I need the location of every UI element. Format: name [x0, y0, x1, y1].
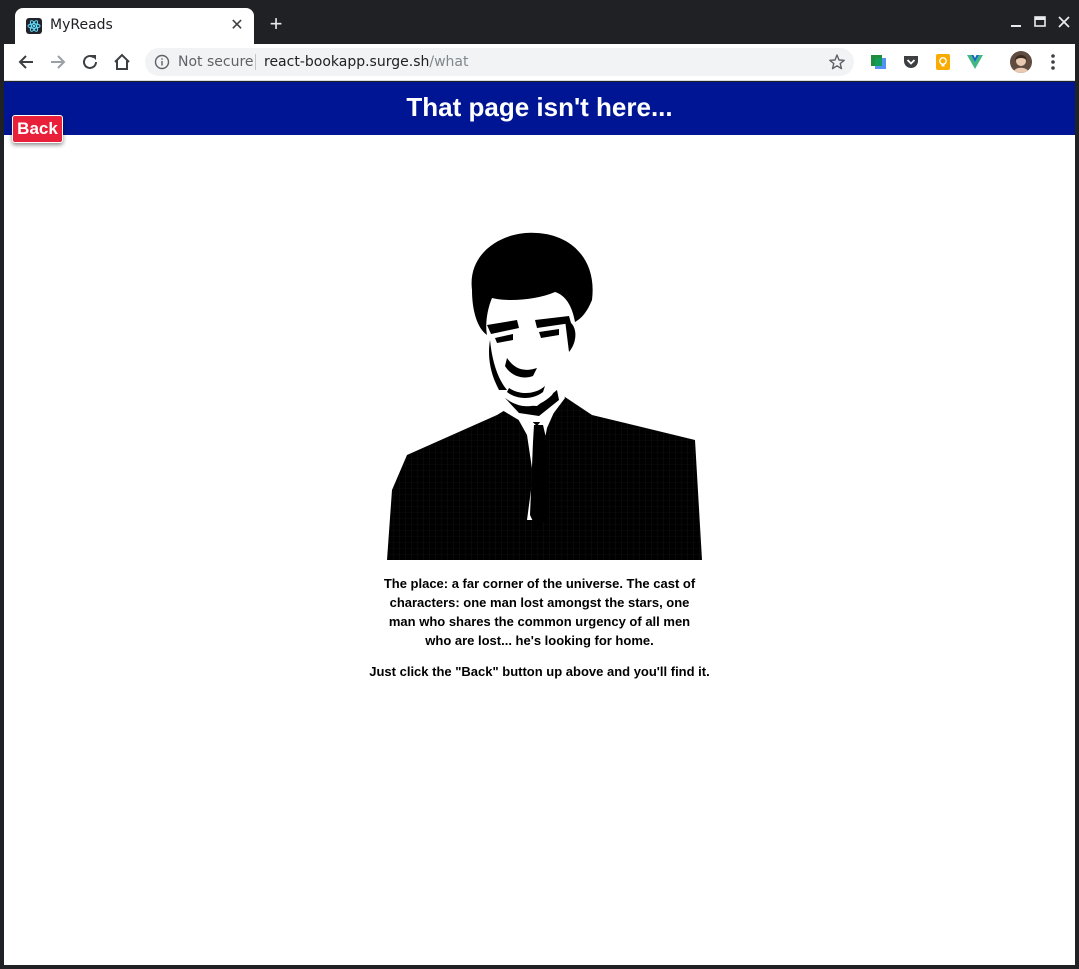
- instruction-text: Just click the "Back" button up above an…: [369, 664, 710, 679]
- new-tab-button[interactable]: +: [266, 13, 286, 35]
- tab-title: MyReads: [50, 17, 113, 33]
- extension-icon[interactable]: [870, 53, 888, 71]
- app-header: That page isn't here...: [4, 82, 1075, 135]
- vuejs-icon[interactable]: [966, 53, 984, 71]
- url-host: react-bookapp.surge.sh: [264, 54, 430, 70]
- caption-text: The place: a far corner of the universe.…: [383, 576, 696, 648]
- react-favicon-icon: [26, 18, 42, 34]
- reload-icon[interactable]: [79, 51, 101, 73]
- back-arrow-icon[interactable]: [15, 51, 37, 73]
- rod-serling-portrait-image: [387, 232, 702, 560]
- star-icon[interactable]: [828, 53, 846, 71]
- tab-strip: MyReads ✕ +: [0, 0, 1079, 44]
- url-text[interactable]: react-bookapp.surge.sh/what: [264, 54, 468, 70]
- page-viewport: That page isn't here... Back The place: …: [4, 82, 1075, 965]
- browser-toolbar: Not secure react-bookapp.surge.sh/what: [4, 44, 1075, 81]
- close-window-icon[interactable]: [1056, 14, 1072, 30]
- pocket-icon[interactable]: [902, 53, 920, 71]
- security-label: Not secure: [178, 54, 254, 70]
- avatar[interactable]: [1010, 51, 1032, 73]
- home-icon[interactable]: [111, 51, 133, 73]
- back-button[interactable]: Back: [12, 115, 63, 143]
- address-divider: [255, 54, 256, 70]
- keep-icon[interactable]: [934, 53, 952, 71]
- forward-arrow-icon[interactable]: [47, 51, 69, 73]
- info-icon[interactable]: [154, 54, 170, 70]
- menu-icon[interactable]: [1047, 51, 1059, 73]
- address-bar[interactable]: Not secure react-bookapp.surge.sh/what: [145, 48, 854, 76]
- maximize-icon[interactable]: [1032, 14, 1048, 30]
- tab-myreads[interactable]: MyReads ✕: [15, 8, 254, 44]
- minimize-icon[interactable]: [1008, 14, 1024, 30]
- url-path: /what: [429, 54, 469, 70]
- page-title: That page isn't here...: [406, 92, 673, 122]
- tab-close-icon[interactable]: ✕: [228, 17, 246, 35]
- browser-window: MyReads ✕ + Not secure react-bookapp.sur…: [0, 0, 1079, 969]
